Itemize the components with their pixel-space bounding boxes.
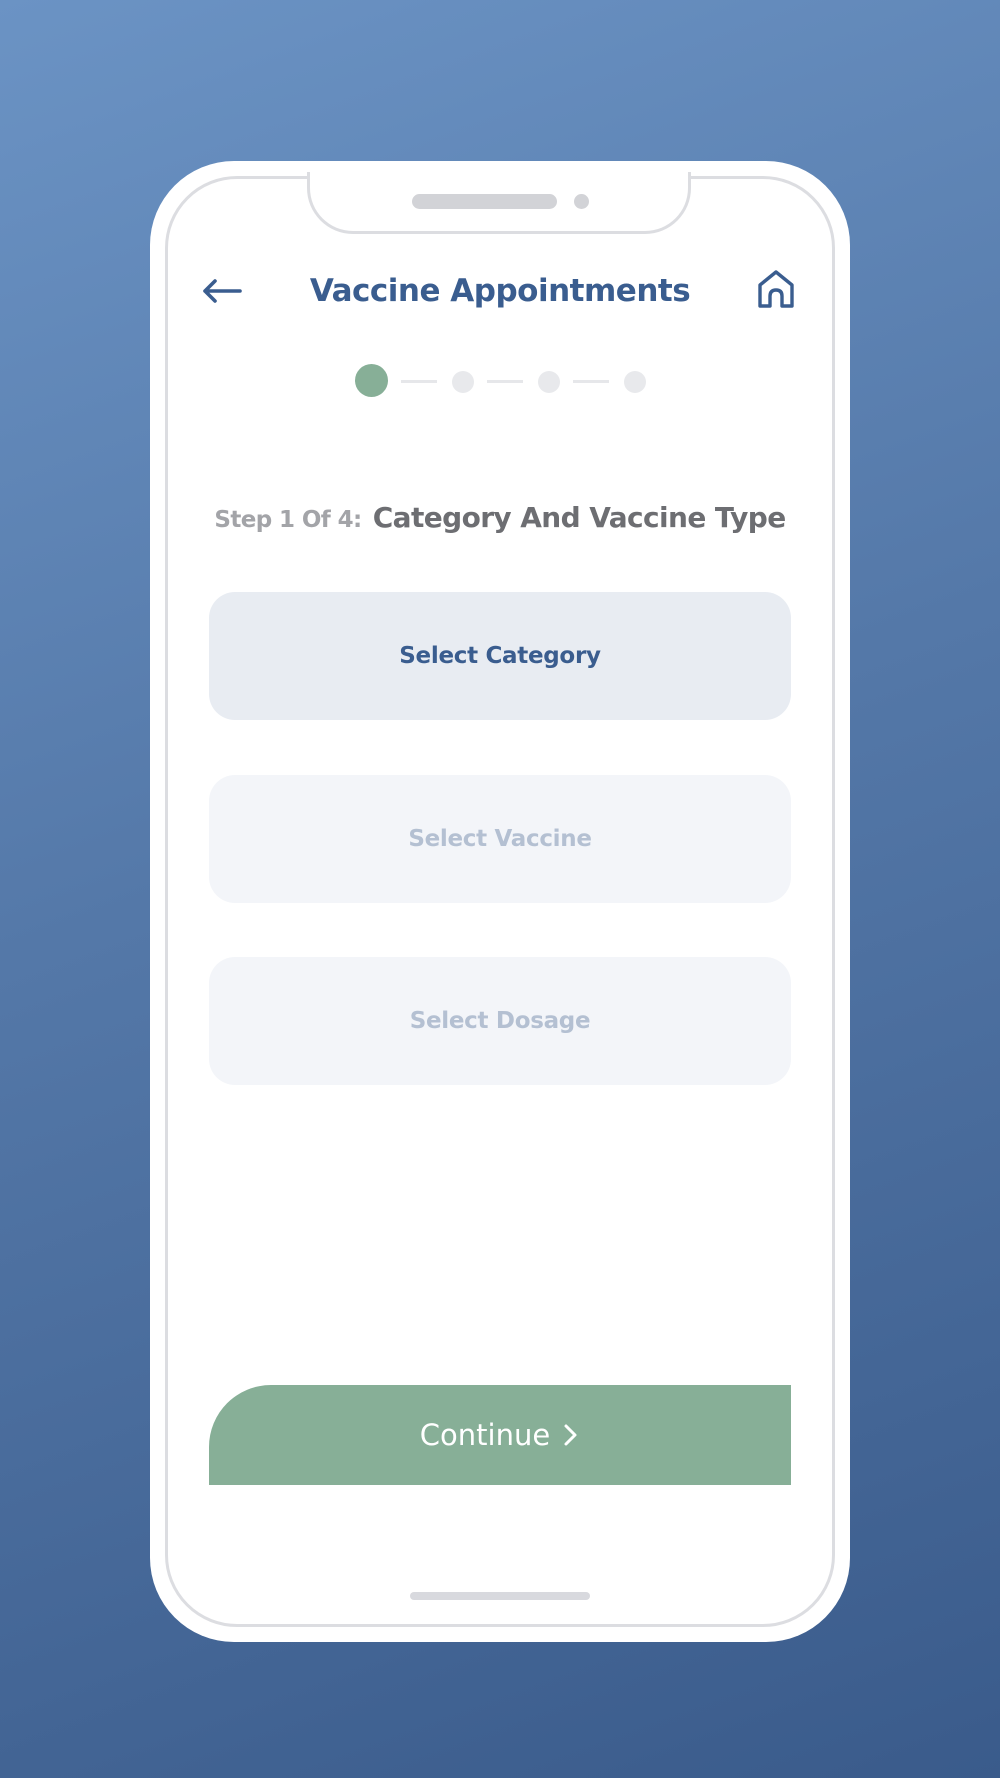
continue-button[interactable]: Continue: [209, 1385, 791, 1485]
step-connector: [487, 380, 523, 383]
phone-device: Vaccine Appointments Step 1 Of 4: Catego…: [150, 161, 850, 1642]
select-vaccine-button[interactable]: Select Vaccine: [209, 775, 791, 903]
step-dot-2: [452, 371, 474, 393]
step-connector: [573, 380, 609, 383]
arrow-left-icon: [203, 279, 242, 303]
progress-stepper: [355, 364, 655, 398]
home-icon: [758, 270, 794, 308]
step-dot-1: [355, 364, 388, 397]
continue-label: Continue: [419, 1418, 551, 1452]
page-title: Vaccine Appointments: [309, 273, 691, 309]
speaker-icon: [412, 194, 557, 209]
step-connector: [401, 380, 437, 383]
select-dosage-button[interactable]: Select Dosage: [209, 957, 791, 1085]
step-counter: Step 1 Of 4:: [214, 507, 362, 533]
back-button[interactable]: [200, 269, 244, 313]
camera-icon: [574, 194, 589, 209]
chevron-right-icon: [562, 1423, 580, 1447]
step-dot-4: [624, 371, 646, 393]
home-indicator: [410, 1592, 590, 1600]
step-dot-3: [538, 371, 560, 393]
select-category-button[interactable]: Select Category: [209, 592, 791, 720]
home-button[interactable]: [754, 267, 798, 311]
step-title: Category And Vaccine Type: [372, 501, 786, 534]
step-heading: Step 1 Of 4: Category And Vaccine Type: [150, 501, 850, 534]
